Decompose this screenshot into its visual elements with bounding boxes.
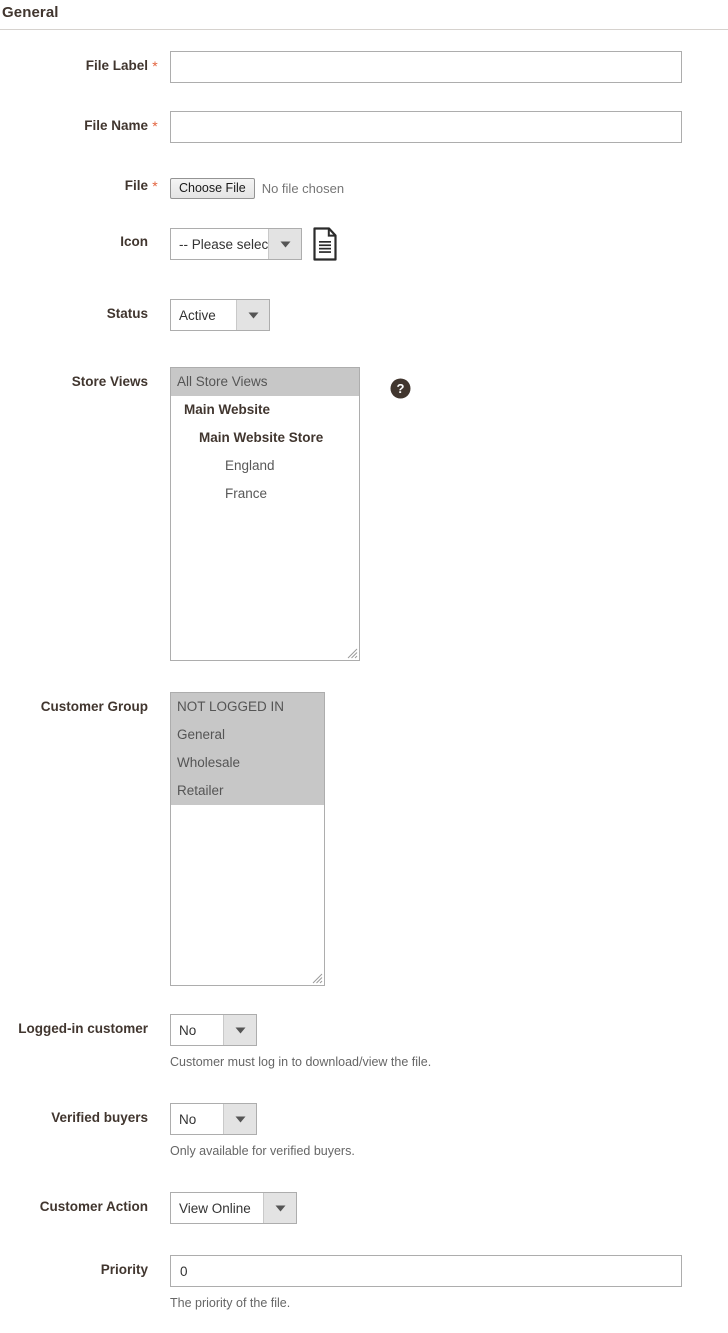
file-label-control: [162, 51, 728, 83]
choose-file-button[interactable]: Choose File: [170, 177, 255, 199]
verified-buyers-label: Verified buyers: [51, 1110, 148, 1125]
list-item[interactable]: Retailer: [171, 777, 324, 805]
required-spacer-verified-buyers: *: [148, 1103, 162, 1126]
required-spacer-customer-action: *: [148, 1192, 162, 1215]
customer-action-value: View Online: [179, 1200, 251, 1216]
file-upload-label: File: [124, 178, 148, 193]
required-spacer-store-views: *: [148, 367, 162, 390]
logged-in-customer-note: Customer must log in to download/view th…: [170, 1055, 432, 1069]
customer-action-label: Customer Action: [39, 1199, 148, 1214]
section-divider: [0, 29, 728, 30]
file-name-input[interactable]: [170, 111, 682, 143]
status-label: Status: [106, 306, 148, 321]
required-spacer-icon: *: [148, 227, 162, 250]
general-section-header: General: [0, 0, 728, 38]
list-item[interactable]: Wholesale: [171, 749, 324, 777]
help-circle-icon[interactable]: ?: [390, 378, 411, 399]
customer-group-label: Customer Group: [40, 699, 148, 714]
field-row-icon: Icon * -- Please select --: [0, 227, 728, 261]
customer-group-control: NOT LOGGED IN General Wholesale Retailer: [162, 692, 728, 986]
icon-select-row: -- Please select --: [170, 227, 728, 261]
chevron-down-icon: [268, 229, 301, 259]
list-item[interactable]: Main Website: [171, 396, 359, 424]
customer-action-control: View Online: [162, 1192, 728, 1224]
verified-buyers-control: No Only available for verified buyers.: [162, 1103, 728, 1159]
required-spacer-priority: *: [148, 1255, 162, 1278]
customer-action-select[interactable]: View Online: [170, 1192, 297, 1224]
list-item[interactable]: Main Website Store: [171, 424, 359, 452]
file-label-input[interactable]: [170, 51, 682, 83]
required-spacer-logged-in: *: [148, 1014, 162, 1037]
page-title: General: [2, 4, 59, 21]
field-row-file-label: File Label *: [0, 51, 728, 83]
file-name-control: [162, 111, 728, 143]
store-views-control: All Store Views Main Website Main Websit…: [162, 367, 728, 661]
verified-buyers-note: Only available for verified buyers.: [170, 1144, 355, 1158]
field-row-logged-in-customer: Logged-in customer * No Customer must lo…: [0, 1014, 728, 1070]
icon-select-value: -- Please select --: [179, 236, 285, 252]
icon-select[interactable]: -- Please select --: [170, 228, 302, 260]
field-row-customer-action: Customer Action * View Online: [0, 1192, 728, 1224]
chevron-down-icon: [236, 300, 269, 330]
file-label-label: File Label: [85, 58, 148, 73]
list-item[interactable]: All Store Views: [171, 368, 359, 396]
list-item[interactable]: France: [171, 480, 359, 508]
resize-handle[interactable]: [345, 646, 358, 659]
store-views-listbox[interactable]: All Store Views Main Website Main Websit…: [170, 367, 360, 661]
chevron-down-icon: [223, 1015, 256, 1045]
priority-label: Priority: [100, 1262, 148, 1277]
customer-group-listbox[interactable]: NOT LOGGED IN General Wholesale Retailer: [170, 692, 325, 986]
field-row-priority: Priority * The priority of the file.: [0, 1255, 728, 1311]
required-asterisk-file-label: *: [152, 58, 158, 74]
logged-in-customer-value: No: [179, 1022, 197, 1038]
store-views-label: Store Views: [71, 374, 148, 389]
file-input-wrapper[interactable]: Choose File No file chosen: [170, 171, 728, 203]
status-select-value: Active: [179, 307, 216, 323]
chevron-down-icon: [223, 1104, 256, 1134]
file-upload-control: Choose File No file chosen: [162, 171, 728, 203]
priority-control: The priority of the file.: [162, 1255, 728, 1311]
verified-buyers-select[interactable]: No: [170, 1103, 257, 1135]
status-control: Active: [162, 299, 728, 331]
logged-in-customer-control: No Customer must log in to download/view…: [162, 1014, 728, 1070]
required-asterisk-file-name: *: [152, 118, 158, 134]
file-chosen-status: No file chosen: [261, 180, 345, 196]
svg-text:?: ?: [397, 381, 405, 396]
status-select[interactable]: Active: [170, 299, 270, 331]
file-name-label: File Name: [84, 118, 148, 133]
resize-handle[interactable]: [310, 971, 323, 984]
list-item[interactable]: General: [171, 721, 324, 749]
required-spacer-status: *: [148, 299, 162, 322]
required-spacer-customer-group: *: [148, 692, 162, 715]
field-row-status: Status * Active: [0, 299, 728, 331]
verified-buyers-value: No: [179, 1111, 197, 1127]
priority-note: The priority of the file.: [170, 1296, 291, 1310]
icon-label: Icon: [120, 234, 148, 249]
field-row-file-name: File Name *: [0, 111, 728, 143]
field-row-customer-group: Customer Group * NOT LOGGED IN General W…: [0, 692, 728, 986]
icon-control: -- Please select --: [162, 227, 728, 261]
chevron-down-icon: [263, 1193, 296, 1223]
logged-in-customer-select[interactable]: No: [170, 1014, 257, 1046]
field-row-store-views: Store Views * All Store Views Main Websi…: [0, 367, 728, 661]
required-asterisk-file: *: [152, 178, 158, 194]
field-row-verified-buyers: Verified buyers * No Only available for …: [0, 1103, 728, 1159]
logged-in-customer-label: Logged-in customer: [18, 1021, 148, 1036]
list-item[interactable]: NOT LOGGED IN: [171, 693, 324, 721]
list-item[interactable]: England: [171, 452, 359, 480]
field-row-file: File * Choose File No file chosen: [0, 171, 728, 203]
store-views-row: All Store Views Main Website Main Websit…: [170, 367, 728, 661]
priority-input[interactable]: [170, 1255, 682, 1287]
document-file-icon: [312, 227, 338, 261]
